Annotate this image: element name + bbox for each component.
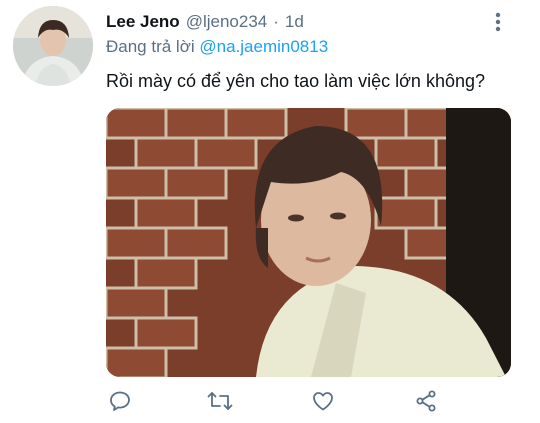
replying-to-handle-link[interactable]: @na.jaemin0813 xyxy=(199,37,328,56)
share-icon xyxy=(414,389,438,418)
retweet-button[interactable] xyxy=(206,389,234,417)
separator-dot: · xyxy=(273,12,279,31)
retweet-icon xyxy=(207,389,233,418)
more-options-button[interactable] xyxy=(486,12,510,36)
reply-icon xyxy=(108,389,132,418)
reply-button[interactable] xyxy=(106,389,134,417)
tweet-media-image[interactable] xyxy=(106,108,511,377)
tweet-header: Lee Jeno @ljeno234 · 1d xyxy=(106,11,500,33)
replying-to: Đang trả lời @na.jaemin0813 xyxy=(106,36,328,58)
avatar[interactable] xyxy=(13,6,93,86)
display-name[interactable]: Lee Jeno xyxy=(106,11,180,33)
tweet-text: Rồi mày có để yên cho tao làm việc lớn k… xyxy=(106,71,486,91)
share-button[interactable] xyxy=(412,389,440,417)
more-vertical-icon xyxy=(495,12,501,37)
replying-to-label: Đang trả lời xyxy=(106,37,195,56)
tweet-time[interactable]: 1d xyxy=(285,11,304,33)
tweet-actions xyxy=(106,389,446,417)
user-handle[interactable]: @ljeno234 xyxy=(186,11,268,33)
tweet[interactable]: Lee Jeno @ljeno234 · 1d Đang trả lời @na… xyxy=(0,0,540,423)
heart-icon xyxy=(311,389,335,418)
like-button[interactable] xyxy=(309,389,337,417)
